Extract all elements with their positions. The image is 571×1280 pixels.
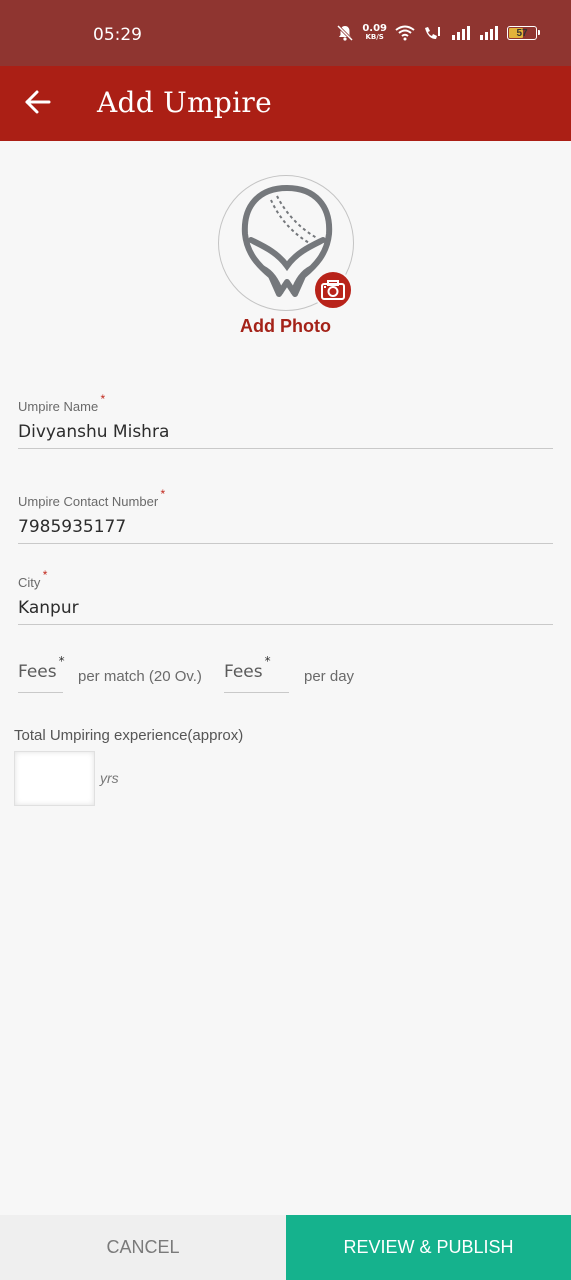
arrow-left-icon[interactable] bbox=[22, 86, 54, 118]
required-marker: * bbox=[264, 654, 271, 668]
fees-per-day-placeholder-text: Fees bbox=[224, 662, 263, 682]
camera-button[interactable] bbox=[313, 270, 353, 310]
city-field[interactable]: City * Kanpur bbox=[18, 568, 553, 625]
required-marker: * bbox=[160, 487, 166, 501]
app-bar: Add Umpire bbox=[0, 66, 571, 141]
contact-number-input[interactable]: 7985935177 bbox=[18, 517, 553, 543]
city-label-text: City bbox=[18, 575, 41, 590]
battery-icon: 57 bbox=[507, 26, 540, 40]
umpire-name-field[interactable]: Umpire Name * Divyanshu Mishra bbox=[18, 392, 553, 449]
city-input[interactable]: Kanpur bbox=[18, 598, 553, 624]
mute-icon bbox=[337, 24, 354, 42]
contact-number-label-text: Umpire Contact Number bbox=[18, 494, 159, 509]
umpire-name-label-text: Umpire Name bbox=[18, 399, 99, 414]
required-marker: * bbox=[100, 392, 106, 406]
status-time: 05:29 bbox=[93, 25, 142, 45]
fees-per-match-unit: per match (20 Ov.) bbox=[78, 668, 202, 685]
review-publish-button[interactable]: REVIEW & PUBLISH bbox=[286, 1215, 571, 1280]
status-icons: 0.09 KB/S 57 bbox=[336, 24, 540, 42]
net-speed-value: 0.09 bbox=[362, 23, 387, 34]
fees-per-match-placeholder-text: Fees bbox=[18, 662, 57, 682]
status-bar: 05:29 0.09 KB/S 57 bbox=[0, 0, 571, 66]
contact-number-field[interactable]: Umpire Contact Number * 7985935177 bbox=[18, 487, 553, 544]
required-marker: * bbox=[58, 654, 65, 668]
signal-icon bbox=[452, 26, 470, 40]
wifi-icon bbox=[395, 25, 415, 41]
contact-number-label: Umpire Contact Number * bbox=[18, 487, 165, 509]
add-photo-label[interactable]: Add Photo bbox=[0, 316, 571, 337]
fees-per-match-placeholder: Fees * bbox=[18, 654, 65, 682]
camera-icon bbox=[321, 280, 345, 300]
city-label: City * bbox=[18, 568, 47, 590]
fees-per-day-placeholder: Fees * bbox=[224, 654, 271, 682]
umpire-name-label: Umpire Name * bbox=[18, 392, 105, 414]
call-icon bbox=[425, 27, 440, 39]
experience-input[interactable] bbox=[14, 751, 95, 806]
experience-label: Total Umpiring experience(approx) bbox=[14, 727, 244, 744]
photo-picker[interactable] bbox=[218, 175, 354, 311]
cancel-button[interactable]: CANCEL bbox=[0, 1215, 286, 1280]
net-speed: 0.09 KB/S bbox=[362, 24, 387, 42]
net-speed-unit: KB/S bbox=[365, 33, 384, 41]
fees-per-day-input[interactable]: Fees * bbox=[224, 654, 289, 693]
fees-per-day-unit: per day bbox=[304, 668, 355, 685]
experience-unit: yrs bbox=[100, 770, 119, 786]
fees-row: Fees * per match (20 Ov.) Fees * per day bbox=[18, 654, 558, 694]
page-title: Add Umpire bbox=[97, 86, 272, 119]
signal-icon bbox=[480, 26, 498, 40]
umpire-name-input[interactable]: Divyanshu Mishra bbox=[18, 422, 553, 448]
bottom-action-bar: CANCEL REVIEW & PUBLISH bbox=[0, 1215, 571, 1280]
fees-per-match-input[interactable]: Fees * bbox=[18, 654, 65, 693]
required-marker: * bbox=[42, 568, 48, 582]
battery-level: 57 bbox=[516, 27, 528, 39]
